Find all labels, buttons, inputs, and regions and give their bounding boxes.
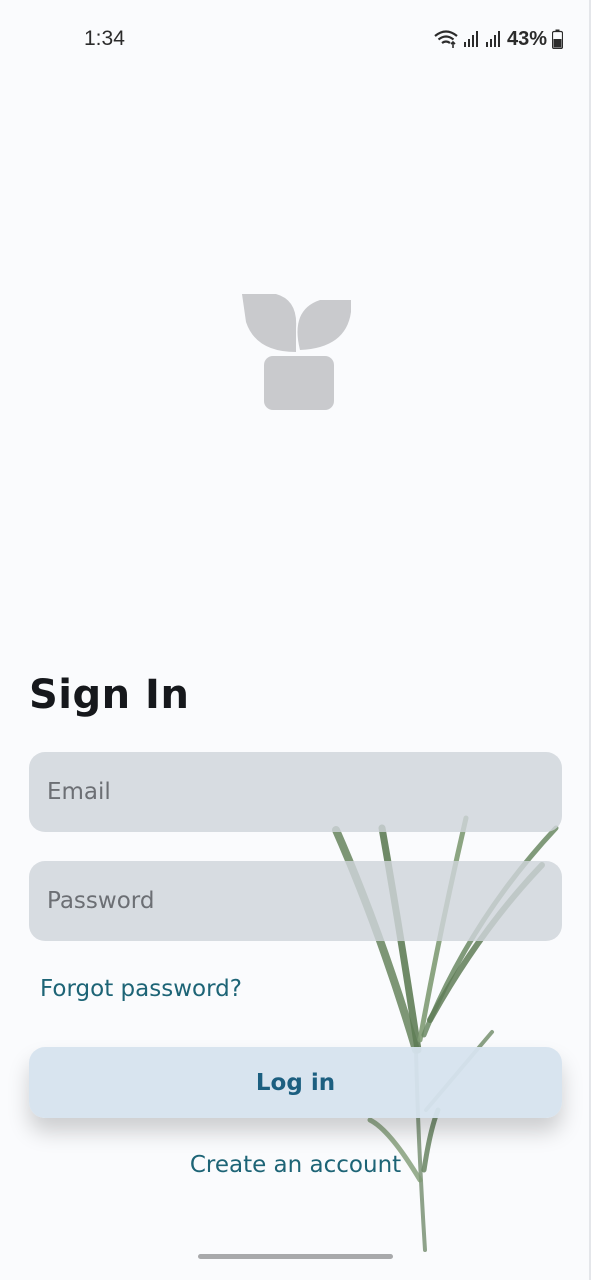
battery-icon — [552, 29, 563, 49]
plant-pot-icon — [242, 294, 351, 410]
status-bar: 1:34 43% — [0, 0, 591, 78]
sign-in-screen: 1:34 43% Sign In Email Forgot password? … — [0, 0, 591, 1280]
login-button[interactable]: Log in — [29, 1047, 562, 1118]
create-account-link[interactable]: Create an account — [0, 1152, 591, 1178]
email-field-container — [29, 752, 562, 832]
status-icons: 43% — [434, 26, 563, 52]
home-indicator[interactable] — [198, 1254, 393, 1259]
password-field[interactable] — [45, 887, 546, 915]
battery-percentage: 43% — [506, 27, 547, 50]
status-time: 1:34 — [84, 27, 125, 50]
signal-icon — [485, 31, 500, 47]
password-field-container — [29, 861, 562, 941]
wifi-icon — [434, 30, 458, 48]
email-field[interactable] — [45, 778, 546, 806]
forgot-password-link[interactable]: Forgot password? — [40, 976, 242, 1002]
signal-icon — [463, 31, 478, 47]
page-title: Sign In — [29, 672, 190, 718]
